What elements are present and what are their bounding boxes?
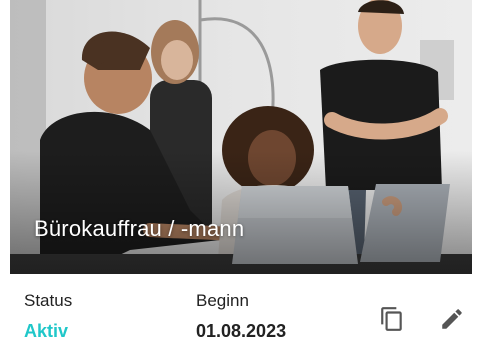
edit-icon bbox=[442, 309, 462, 329]
edit-button[interactable] bbox=[435, 302, 469, 336]
card-title: Bürokauffrau / -mann bbox=[34, 216, 245, 241]
start-date-label: Beginn bbox=[196, 291, 249, 310]
status-label: Status bbox=[24, 291, 73, 310]
apprenticeship-card: Bürokauffrau / -mann Status Aktiv Beginn… bbox=[10, 0, 472, 361]
status-field: Status Aktiv bbox=[24, 290, 72, 343]
card-media[interactable]: Bürokauffrau / -mann bbox=[10, 0, 472, 274]
status-value: Aktiv bbox=[24, 321, 69, 341]
start-date-field: Beginn 01.08.2023 bbox=[196, 290, 286, 343]
copy-button[interactable] bbox=[375, 302, 409, 336]
start-date-value: 01.08.2023 bbox=[196, 321, 287, 341]
card-footer: Status Aktiv Beginn 01.08.2023 bbox=[10, 274, 472, 361]
copy-icon bbox=[381, 307, 402, 331]
